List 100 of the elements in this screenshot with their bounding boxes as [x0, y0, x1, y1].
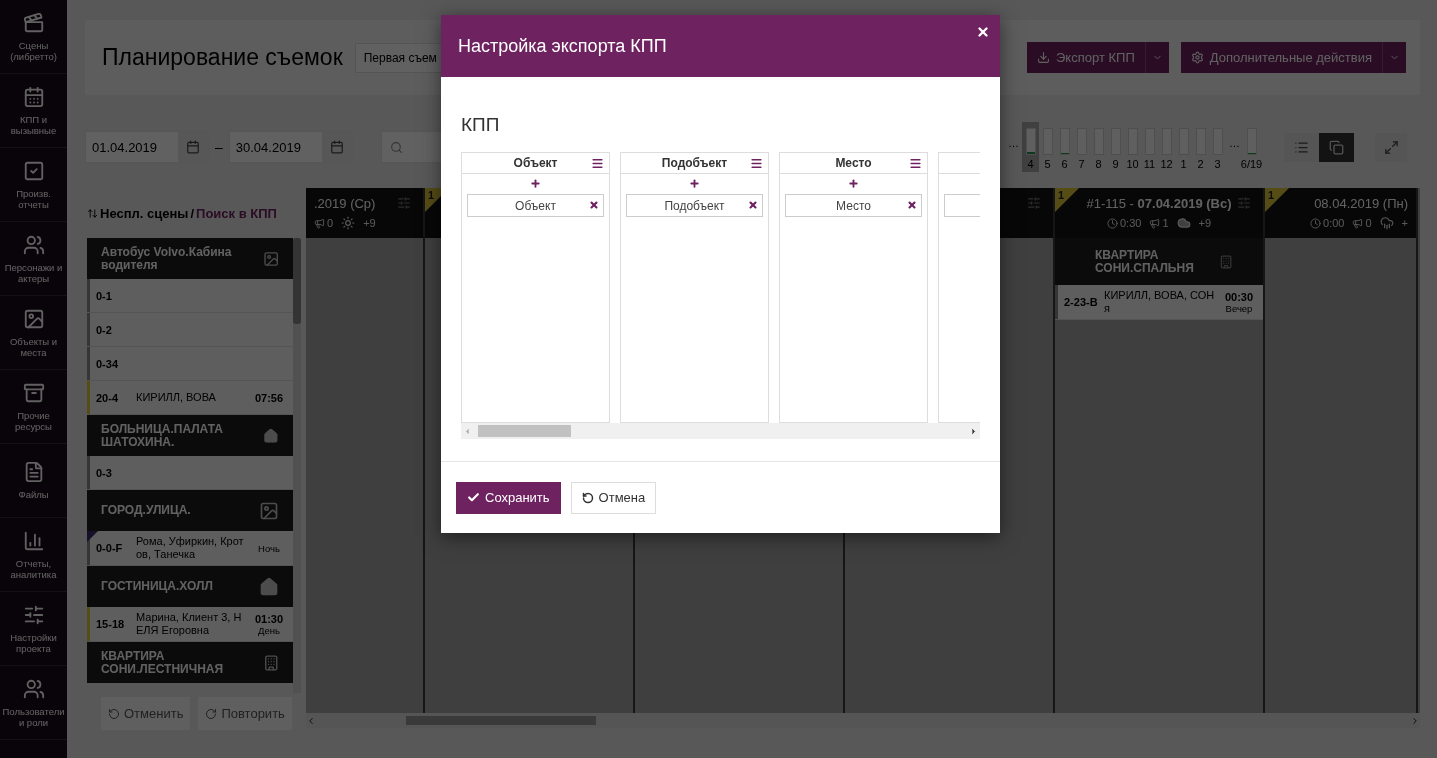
- menu-icon[interactable]: [909, 157, 922, 170]
- day-item[interactable]: 12: [1158, 122, 1175, 172]
- day-title: .2019 (Ср): [314, 196, 376, 211]
- clock-icon: [1310, 217, 1321, 229]
- location-header: ГОРОД.УЛИЦА.: [87, 490, 293, 531]
- duration: 0:00: [1310, 217, 1345, 229]
- remove-button[interactable]: [907, 200, 917, 210]
- location-header: Автобус Volvo.Кабина водителя: [87, 238, 293, 279]
- scrollbar[interactable]: [293, 238, 301, 693]
- day-item[interactable]: 10: [1124, 122, 1141, 172]
- scene-row[interactable]: 0-1: [87, 279, 293, 313]
- add-button[interactable]: [689, 178, 700, 189]
- search-link[interactable]: Поиск в КПП: [196, 205, 277, 221]
- sliders-icon[interactable]: [1027, 196, 1041, 210]
- cancel-button[interactable]: Отмена: [570, 481, 657, 514]
- day-item[interactable]: 2: [1192, 122, 1209, 172]
- count-label: 1: [428, 189, 435, 201]
- close-button[interactable]: [976, 25, 990, 39]
- undo-icon: [108, 707, 120, 720]
- page-title: Планирование съемок: [102, 44, 343, 71]
- field-chip[interactable]: Подобъект: [626, 194, 763, 217]
- day-item[interactable]: 11: [1141, 122, 1158, 172]
- location-header: БОЛЬНИЦА.ПАЛАТА ШАТОХИНА.: [87, 415, 293, 456]
- day-title: 08.04.2019 (Пн): [1314, 196, 1408, 211]
- scene-period: Вечер: [1225, 302, 1253, 314]
- day-item[interactable]: 6/19: [1243, 122, 1260, 172]
- date-separator: –: [215, 139, 223, 155]
- plus-icon: [848, 178, 859, 189]
- copy-icon: [1329, 139, 1344, 155]
- sliders-icon: [22, 603, 45, 626]
- plus-icon: [689, 178, 700, 189]
- menu-icon[interactable]: [750, 157, 763, 170]
- scene-cast: Марина, Клиент 3, НЕЛЯ Егоровна: [136, 611, 243, 637]
- temperature: +9: [363, 217, 376, 229]
- image-icon: [259, 500, 279, 521]
- date-field[interactable]: 30.04.2019: [228, 131, 353, 163]
- calendar-icon: [329, 140, 344, 154]
- calls-count: 0: [1352, 217, 1372, 229]
- section-title: КПП: [461, 114, 501, 136]
- sliders-icon[interactable]: [397, 196, 411, 210]
- scene-cast: КИРИЛЛ, ВОВА: [136, 391, 217, 404]
- people-icon: [22, 233, 45, 256]
- temperature: +: [1401, 217, 1408, 229]
- add-button[interactable]: [530, 178, 541, 189]
- scene-cast: Рома, Уфиркин, Кротов, Танечка: [136, 535, 245, 561]
- left-arrow-icon[interactable]: [463, 426, 472, 436]
- scene-number: 0-2: [96, 323, 113, 336]
- megaphone-icon: [314, 217, 325, 229]
- day-item[interactable]: 9: [1107, 122, 1124, 172]
- scene-time: 07:56: [254, 391, 284, 404]
- megaphone-icon: [1352, 217, 1364, 229]
- day-item[interactable]: 1: [1175, 122, 1192, 172]
- scene-row[interactable]: 0-3: [87, 456, 293, 490]
- day-item[interactable]: 8: [1090, 122, 1107, 172]
- ellipsis: …: [1228, 137, 1241, 149]
- scene-number: 15-18: [96, 618, 126, 630]
- checkbox-icon: [22, 159, 45, 182]
- download-icon: [1037, 51, 1050, 64]
- remove-button[interactable]: [748, 200, 758, 210]
- scene-cast: КИРИЛЛ, ВОВА, СОНя: [1104, 289, 1215, 315]
- right-arrow-icon[interactable]: [969, 426, 978, 436]
- day-item[interactable]: 5: [1039, 122, 1056, 172]
- field-chip[interactable]: Место: [785, 194, 922, 217]
- scene-row[interactable]: 0-2: [87, 313, 293, 347]
- save-button[interactable]: Сохранить: [456, 481, 561, 514]
- day-item[interactable]: 4: [1022, 122, 1039, 172]
- ellipsis: …: [1007, 137, 1020, 149]
- scene-number: 20-4: [96, 391, 120, 404]
- date-field[interactable]: 01.04.2019: [85, 131, 209, 163]
- scene-row[interactable]: 20-4 КИРИЛЛ, ВОВА 07:56: [87, 381, 293, 415]
- close-icon: [976, 25, 990, 39]
- location-header: КВАРТИРА СОНИ.ЛЕСТНИЧНАЯ: [87, 642, 293, 683]
- check-icon: [467, 491, 480, 504]
- count-badge: [1055, 188, 1079, 212]
- scene-row[interactable]: 15-18 Марина, Клиент 3, НЕЛЯ Егоровна 01:30 День: [87, 607, 293, 642]
- scene-period: День: [258, 624, 280, 636]
- cascade-view-button[interactable]: [1319, 132, 1354, 162]
- expand-icon: [1383, 139, 1399, 155]
- column-title: Объект: [513, 156, 558, 170]
- calls-count: 0: [314, 217, 334, 229]
- temperature: +9: [1198, 217, 1212, 229]
- column-title: Место: [835, 156, 872, 170]
- scene-number: 0-1: [96, 289, 113, 302]
- close-icon: [907, 200, 917, 210]
- scene-period: Ночь: [258, 542, 280, 554]
- day-item[interactable]: 6: [1056, 122, 1073, 172]
- day-item[interactable]: 7: [1073, 122, 1090, 172]
- scene-row[interactable]: 0-0-F Рома, Уфиркин, Кротов, Танечка Ночь: [87, 531, 293, 566]
- day-bar: [1059, 128, 1070, 155]
- field-chip[interactable]: Объект: [467, 194, 604, 217]
- scene-number: 2-23-В: [1064, 296, 1098, 308]
- day-item[interactable]: 3: [1209, 122, 1226, 172]
- scrollbar[interactable]: [461, 423, 980, 439]
- scene-row[interactable]: 0-34: [87, 347, 293, 381]
- remove-button[interactable]: [589, 200, 599, 210]
- sliders-icon[interactable]: [1237, 196, 1251, 210]
- sun-icon: [341, 216, 356, 230]
- day-bar: [1025, 128, 1036, 155]
- menu-icon[interactable]: [591, 157, 604, 170]
- add-button[interactable]: [848, 178, 859, 189]
